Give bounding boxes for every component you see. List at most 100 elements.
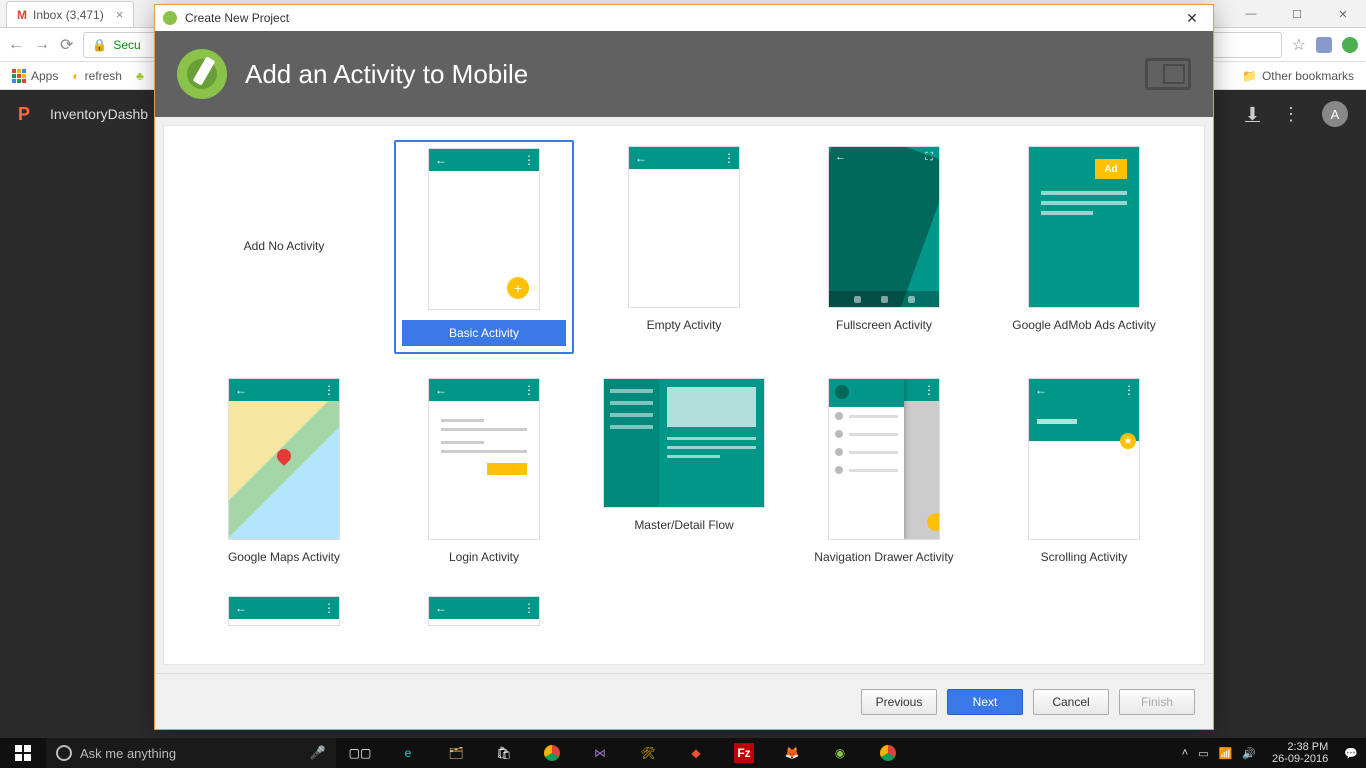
visual-studio-icon[interactable]: ⋈ [576, 738, 624, 768]
avatar[interactable]: A [1322, 101, 1348, 127]
cancel-button[interactable]: Cancel [1033, 689, 1109, 715]
activity-template-cell[interactable]: ←⋮+ Basic Activity [394, 140, 574, 354]
mic-icon[interactable]: 🎤 [310, 745, 326, 761]
chrome-icon[interactable] [528, 738, 576, 768]
android-studio-logo-icon [177, 49, 227, 99]
app-title: InventoryDashb [50, 106, 148, 122]
activity-template-cell[interactable]: Master/Detail Flow [594, 372, 774, 572]
activity-template-cell[interactable]: AdGoogle AdMob Ads Activity [994, 140, 1174, 354]
search-placeholder: Ask me anything [80, 746, 176, 761]
tool-icon[interactable]: 🛠 [624, 738, 672, 768]
activity-template-cell[interactable]: ←⋮★ Scrolling Activity [994, 372, 1174, 572]
download-icon[interactable]: ⬇ [1245, 104, 1260, 125]
activity-template-label: Add No Activity [244, 239, 325, 255]
activity-template-label: Master/Detail Flow [634, 518, 733, 534]
activity-template-label: Google Maps Activity [228, 550, 340, 566]
next-button[interactable]: Next [947, 689, 1023, 715]
other-bookmarks-label: Other bookmarks [1262, 69, 1354, 83]
bookmark-star-icon[interactable]: ☆ [1292, 35, 1306, 55]
activity-thumbnail: ←⋮ [828, 378, 940, 540]
android-studio-task-icon[interactable]: ◉ [816, 738, 864, 768]
activity-template-label: Basic Activity [402, 320, 566, 346]
other-bookmarks[interactable]: 📁 Other bookmarks [1242, 69, 1354, 83]
apps-shortcut[interactable]: Apps [12, 69, 58, 83]
git-icon[interactable]: ◆ [672, 738, 720, 768]
tab-title: Inbox (3,471) [33, 8, 104, 22]
lock-icon: 🔒 [92, 38, 107, 52]
activity-thumbnail: ←⋮+ [428, 148, 540, 310]
address-text: Secu [113, 38, 140, 52]
activity-template-cell[interactable]: ←⋮Empty Activity [594, 140, 774, 354]
tray-chevron-icon[interactable]: ˄ [1182, 747, 1188, 759]
activity-template-cell[interactable]: ←⛶Fullscreen Activity [794, 140, 974, 354]
battery-icon[interactable]: ▭ [1198, 747, 1208, 760]
store-icon[interactable]: 🛍 [480, 738, 528, 768]
chrome-window-controls: — ☐ ✕ [1228, 0, 1366, 28]
activity-template-label: Scrolling Activity [1041, 550, 1128, 566]
activity-template-label: Navigation Drawer Activity [814, 550, 953, 566]
activity-template-label: Login Activity [449, 550, 519, 566]
bookmark-label: refresh [85, 69, 122, 83]
wifi-icon[interactable]: 📶 [1219, 747, 1233, 760]
windows-taskbar: Ask me anything 🎤 ▢▢ e 🗂 🛍 ⋈ 🛠 ◆ Fz 🦊 ◉ … [0, 738, 1366, 768]
minimize-icon[interactable]: — [1228, 0, 1274, 28]
dialog-window-title: Create New Project [185, 11, 289, 25]
activity-template-label: Empty Activity [647, 318, 722, 334]
activity-template-cell[interactable]: Add No Activity [194, 140, 374, 354]
browser-tab[interactable]: M Inbox (3,471) × [6, 1, 134, 27]
dialog-footer: Previous Next Cancel Finish [155, 673, 1213, 729]
device-icon [1145, 58, 1191, 90]
activity-thumbnail: ←⋮ [228, 596, 340, 626]
start-button[interactable] [0, 738, 46, 768]
activity-template-cell[interactable]: ←⋮ Login Activity [394, 372, 574, 572]
activity-thumbnail: ←⋮ [428, 378, 540, 540]
cortana-icon [56, 745, 72, 761]
maximize-icon[interactable]: ☐ [1274, 0, 1320, 28]
action-center-icon[interactable]: 💬 [1344, 747, 1358, 760]
clock-date: 26-09-2016 [1272, 753, 1328, 765]
edge-icon[interactable]: e [384, 738, 432, 768]
activity-thumbnail: Ad [1028, 146, 1140, 308]
folder-icon: 📁 [1242, 69, 1257, 83]
activity-thumbnail: ←⋮ [228, 378, 340, 540]
dialog-titlebar: Create New Project ✕ [155, 5, 1213, 31]
file-explorer-icon[interactable]: 🗂 [432, 738, 480, 768]
activity-template-grid: Add No Activity←⋮+Basic Activity←⋮Empty … [194, 140, 1174, 658]
taskbar-clock[interactable]: 2:38 PM 26-09-2016 [1266, 741, 1334, 765]
gmail-icon: M [17, 8, 27, 22]
activity-thumbnail: ←⋮ [428, 596, 540, 626]
filezilla-icon[interactable]: Fz [734, 743, 754, 763]
back-icon[interactable]: ← [8, 36, 24, 54]
firefox-icon[interactable]: 🦊 [768, 738, 816, 768]
reload-icon[interactable]: ⟳ [60, 35, 73, 55]
activity-thumbnail [603, 378, 765, 508]
bookmark-refresh[interactable]: ◐ refresh [72, 69, 122, 83]
activity-template-cell[interactable]: ←⋮ Navigation Drawer Activity [794, 372, 974, 572]
activity-template-cell[interactable]: ←⋮ [394, 590, 574, 658]
forward-icon[interactable]: → [34, 36, 50, 54]
cortana-search[interactable]: Ask me anything 🎤 [46, 738, 336, 768]
android-studio-icon [163, 11, 177, 25]
close-tab-icon[interactable]: × [116, 7, 124, 22]
dialog-close-icon[interactable]: ✕ [1179, 10, 1205, 27]
menu-dots-icon[interactable]: ⋮ [1282, 104, 1300, 125]
close-icon[interactable]: ✕ [1320, 0, 1366, 28]
extension-icon[interactable] [1316, 37, 1332, 53]
previous-button[interactable]: Previous [861, 689, 937, 715]
create-project-dialog: Create New Project ✕ Add an Activity to … [154, 4, 1214, 730]
activity-template-cell[interactable]: ←⋮ [194, 590, 374, 658]
system-tray: ˄ ▭ 📶 🔊 2:38 PM 26-09-2016 💬 [1174, 741, 1366, 765]
task-view-icon[interactable]: ▢▢ [336, 738, 384, 768]
volume-icon[interactable]: 🔊 [1242, 747, 1256, 760]
activity-template-scroll[interactable]: Add No Activity←⋮+Basic Activity←⋮Empty … [164, 126, 1204, 664]
bookmark-android-icon[interactable]: ♣ [136, 69, 144, 83]
apps-label: Apps [31, 69, 58, 83]
activity-template-cell[interactable]: ←⋮ Google Maps Activity [194, 372, 374, 572]
dialog-body: Add No Activity←⋮+Basic Activity←⋮Empty … [163, 125, 1205, 665]
clock-time: 2:38 PM [1272, 741, 1328, 753]
activity-thumbnail: ←⋮★ [1028, 378, 1140, 540]
activity-thumbnail: ←⛶ [828, 146, 940, 308]
postman-logo-icon: P [18, 104, 30, 125]
extension-icon[interactable] [1342, 37, 1358, 53]
chrome-canary-icon[interactable] [864, 738, 912, 768]
